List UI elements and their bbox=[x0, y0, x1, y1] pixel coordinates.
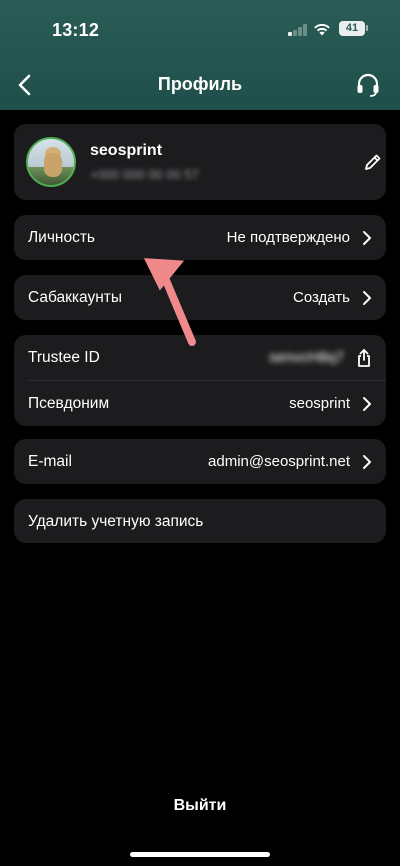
alias-value: seosprint bbox=[289, 395, 350, 412]
page-title: Профиль bbox=[157, 74, 243, 94]
delete-account-label: Удалить учетную запись bbox=[28, 512, 204, 530]
email-label: E-mail bbox=[28, 452, 72, 470]
cellular-signal-icon bbox=[288, 24, 308, 36]
chevron-right-icon bbox=[363, 290, 371, 305]
identity-status: Не подтверждено bbox=[226, 229, 350, 246]
pencil-icon[interactable] bbox=[363, 152, 383, 172]
chevron-right-icon bbox=[363, 454, 371, 469]
home-indicator[interactable] bbox=[130, 852, 270, 857]
email-value: admin@seosprint.net bbox=[208, 453, 350, 470]
trustee-id-value: senvcH8q7 bbox=[268, 349, 344, 366]
annotation-arrow-icon bbox=[143, 258, 196, 346]
chevron-right-icon bbox=[363, 230, 371, 245]
headset-icon[interactable] bbox=[355, 72, 381, 98]
delete-account-button[interactable]: Удалить учетную запись bbox=[14, 499, 386, 544]
profile-phone: +000 000 00 00 57 bbox=[90, 167, 199, 182]
logout-button[interactable]: Выйти bbox=[0, 797, 400, 815]
battery-tip bbox=[366, 25, 368, 31]
battery-icon: 41 bbox=[339, 21, 365, 36]
alias-row[interactable]: Псевдоним seosprint bbox=[14, 381, 386, 426]
chevron-right-icon bbox=[363, 396, 371, 411]
profile-name: seosprint bbox=[90, 142, 163, 159]
email-card: E-mail admin@seosprint.net bbox=[14, 439, 386, 484]
header: 13:12 41 Профиль bbox=[0, 0, 400, 110]
profile-screen: 13:12 41 Профиль seosprint +000 000 00 0… bbox=[0, 0, 400, 866]
avatar bbox=[26, 137, 76, 187]
status-time: 13:12 bbox=[52, 20, 100, 40]
subaccounts-action: Создать bbox=[292, 289, 350, 306]
alias-label: Псевдоним bbox=[28, 394, 110, 412]
share-icon[interactable] bbox=[356, 348, 372, 367]
profile-card[interactable]: seosprint +000 000 00 00 57 bbox=[14, 124, 386, 200]
delete-account-card: Удалить учетную запись bbox=[14, 499, 386, 543]
email-row[interactable]: E-mail admin@seosprint.net bbox=[14, 439, 386, 484]
status-bar: 13:12 41 bbox=[0, 0, 400, 56]
wifi-icon bbox=[314, 23, 330, 36]
trustee-id-label: Trustee ID bbox=[28, 348, 100, 366]
